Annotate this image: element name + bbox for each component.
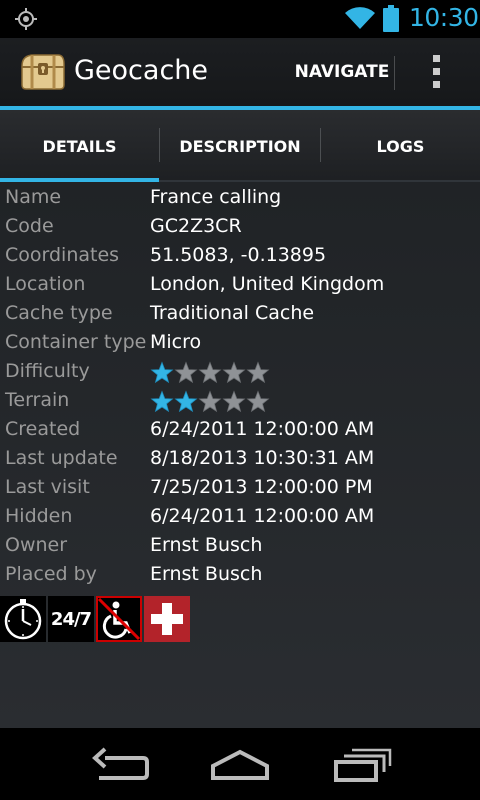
detail-row-last-visit: Last visit 7/25/2013 12:00:00 PM xyxy=(0,474,480,503)
detail-row-placed-by: Placed by Ernst Busch xyxy=(0,561,480,590)
detail-label: Location xyxy=(5,273,86,295)
detail-row-last-update: Last update 8/18/2013 10:30:31 AM xyxy=(0,445,480,474)
detail-row-created: Created 6/24/2011 12:00:00 AM xyxy=(0,416,480,445)
status-clock: 10:30 xyxy=(409,3,479,32)
detail-value: Ernst Busch xyxy=(150,563,263,585)
status-bar: 10:30 xyxy=(0,0,480,38)
recent-apps-icon[interactable] xyxy=(326,742,396,786)
star-empty-icon xyxy=(246,390,270,413)
detail-label: Created xyxy=(5,418,81,440)
star-empty-icon xyxy=(246,361,270,384)
tab-logs[interactable]: LOGS xyxy=(321,110,480,182)
star-empty-icon xyxy=(198,390,222,413)
open-24-7-label: 24/7 xyxy=(50,608,92,630)
star-filled-icon xyxy=(174,390,198,413)
star-empty-icon xyxy=(222,390,246,413)
navigate-button[interactable]: NAVIGATE xyxy=(290,38,394,106)
detail-value: Traditional Cache xyxy=(150,302,315,324)
stopwatch-icon[interactable] xyxy=(0,596,46,642)
detail-row-code: Code GC2Z3CR xyxy=(0,213,480,242)
system-nav-bar xyxy=(0,728,480,800)
detail-row-hidden: Hidden 6/24/2011 12:00:00 AM xyxy=(0,503,480,532)
gps-icon xyxy=(15,8,37,30)
tab-details-label: DETAILS xyxy=(42,136,117,156)
detail-row-cache-type: Cache type Traditional Cache xyxy=(0,300,480,329)
tab-bar: DETAILS DESCRIPTION LOGS xyxy=(0,110,480,184)
battery-icon xyxy=(383,5,399,32)
tab-description-label: DESCRIPTION xyxy=(179,136,301,156)
difficulty-rating xyxy=(150,361,270,385)
tab-description[interactable]: DESCRIPTION xyxy=(160,110,320,182)
star-filled-icon xyxy=(150,390,174,413)
detail-value: GC2Z3CR xyxy=(150,215,242,237)
detail-label: Terrain xyxy=(5,389,70,411)
star-empty-icon xyxy=(222,361,246,384)
detail-value: 7/25/2013 12:00:00 PM xyxy=(150,476,373,498)
detail-row-name: Name France calling xyxy=(0,184,480,213)
attribute-icons: 24/7 xyxy=(0,596,192,642)
detail-label: Placed by xyxy=(5,563,97,585)
detail-label: Last update xyxy=(5,447,118,469)
home-icon[interactable] xyxy=(205,742,275,786)
detail-value: 8/18/2013 10:30:31 AM xyxy=(150,447,375,469)
detail-label: Hidden xyxy=(5,505,73,527)
tab-details[interactable]: DETAILS xyxy=(0,110,159,184)
back-icon[interactable] xyxy=(85,742,155,786)
detail-row-owner: Owner Ernst Busch xyxy=(0,532,480,561)
treasure-chest-icon[interactable] xyxy=(18,52,66,92)
detail-row-difficulty: Difficulty xyxy=(0,358,480,387)
star-empty-icon xyxy=(198,361,222,384)
first-aid-icon[interactable] xyxy=(144,596,190,642)
action-bar-divider xyxy=(394,56,395,90)
detail-row-coordinates: Coordinates 51.5083, -0.13895 xyxy=(0,242,480,271)
detail-value: France calling xyxy=(150,186,282,208)
overflow-menu-icon[interactable] xyxy=(416,52,456,92)
wifi-icon xyxy=(345,7,375,29)
detail-label: Cache type xyxy=(5,302,113,324)
terrain-rating xyxy=(150,390,270,414)
detail-value: 51.5083, -0.13895 xyxy=(150,244,327,266)
detail-label: Code xyxy=(5,215,54,237)
details-panel[interactable]: Name France calling Code GC2Z3CR Coordin… xyxy=(0,182,480,728)
detail-label: Owner xyxy=(5,534,68,556)
detail-label: Container type xyxy=(5,331,147,353)
tab-logs-label: LOGS xyxy=(376,136,425,156)
star-empty-icon xyxy=(174,361,198,384)
detail-row-location: Location London, United Kingdom xyxy=(0,271,480,300)
star-filled-icon xyxy=(150,361,174,384)
action-bar: Geocache NAVIGATE xyxy=(0,38,480,106)
detail-value: Ernst Busch xyxy=(150,534,263,556)
no-wheelchair-icon[interactable] xyxy=(96,596,142,642)
detail-label: Name xyxy=(5,186,62,208)
detail-row-terrain: Terrain xyxy=(0,387,480,416)
open-24-7-icon[interactable]: 24/7 xyxy=(48,596,94,642)
detail-row-container-type: Container type Micro xyxy=(0,329,480,358)
app-title: Geocache xyxy=(74,55,209,86)
detail-value: Micro xyxy=(150,331,202,353)
detail-value: 6/24/2011 12:00:00 AM xyxy=(150,505,375,527)
detail-label: Last visit xyxy=(5,476,90,498)
detail-value: 6/24/2011 12:00:00 AM xyxy=(150,418,375,440)
detail-label: Difficulty xyxy=(5,360,90,382)
detail-label: Coordinates xyxy=(5,244,120,266)
detail-value: London, United Kingdom xyxy=(150,273,385,295)
